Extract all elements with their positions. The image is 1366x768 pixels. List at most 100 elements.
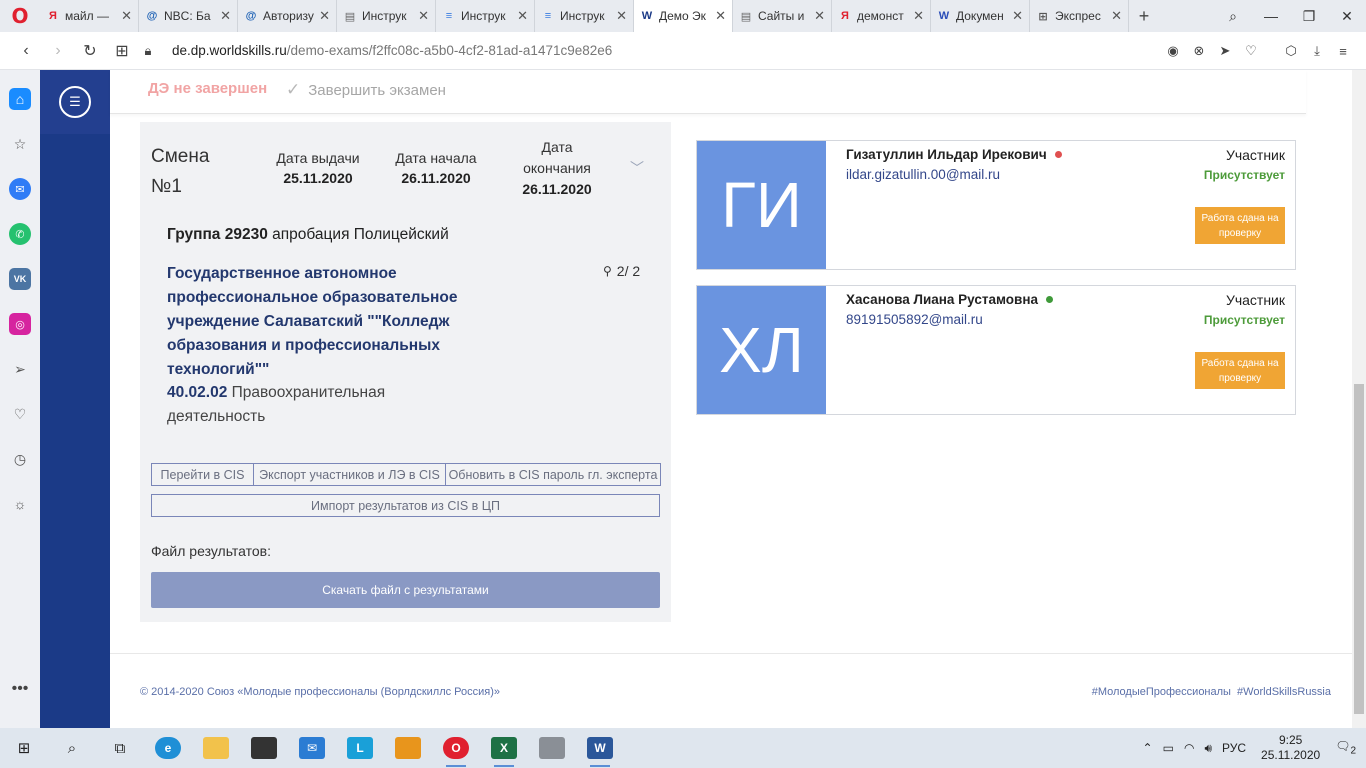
messenger-icon[interactable]: ✉ (9, 178, 31, 200)
chevron-up-icon[interactable]: ⌃ (1143, 741, 1153, 755)
opera-taskbar-icon[interactable]: O (432, 728, 480, 768)
work-submitted-button[interactable]: Работа сдана на проверку (1195, 207, 1285, 244)
url-path: /demo-exams/f2ffc08c-a5b0-4cf2-81ad-a147… (286, 43, 613, 58)
heart-icon[interactable]: ♡ (1238, 43, 1264, 59)
cube-icon[interactable]: ⬡ (1278, 43, 1304, 59)
participant-card: ГИ Гизатуллин Ильдар Ирекович ildar.gizatu… (696, 140, 1296, 270)
export-cis-button[interactable]: Экспорт участников и ЛЭ в CIS (254, 463, 446, 486)
work-submitted-button[interactable]: Работа сдана на проверку (1195, 352, 1285, 389)
home-icon[interactable]: ⌂ (9, 88, 31, 110)
search-icon[interactable]: ⌕ (48, 728, 96, 768)
document-icon: ▤ (740, 10, 752, 23)
minimize-icon[interactable]: — (1252, 8, 1290, 24)
tab-close-icon[interactable]: ✕ (220, 8, 231, 24)
finish-exam-label: Завершить экзамен (308, 81, 446, 99)
forward-icon[interactable]: › (42, 42, 74, 60)
l-app-icon[interactable]: L (336, 728, 384, 768)
browser-tab[interactable]: ▤ Сайты и ✕ (733, 0, 832, 32)
import-results-button[interactable]: Импорт результатов из CIS в ЦП (151, 494, 660, 517)
browser-tab[interactable]: W Докумен ✕ (931, 0, 1030, 32)
back-icon[interactable]: ‹ (10, 42, 42, 60)
download-icon[interactable]: ⤓ (1304, 43, 1330, 59)
tab-close-icon[interactable]: ✕ (1111, 8, 1122, 24)
clock[interactable]: 9:25 25.11.2020 (1261, 733, 1320, 763)
group-info: Группа 29230 апробация Полицейский (167, 226, 449, 244)
browser-tab[interactable]: ≡ Инструк ✕ (535, 0, 634, 32)
scanner-icon[interactable] (528, 728, 576, 768)
scrollbar-thumb[interactable] (1354, 384, 1364, 714)
status-dot-icon (1054, 151, 1062, 158)
browser-tab[interactable]: ⊞ Экспрес ✕ (1030, 0, 1129, 32)
tabs-grid-icon[interactable]: ⊞ (106, 41, 138, 61)
list-menu-icon[interactable]: ☰ (59, 86, 91, 118)
tab-close-icon[interactable]: ✕ (121, 8, 132, 24)
notifications-icon[interactable]: 🗨︎2 (1335, 739, 1356, 756)
start-date-value: 26.11.2020 (401, 170, 471, 186)
send-icon[interactable]: ➢ (9, 358, 31, 380)
tab-close-icon[interactable]: ✕ (319, 8, 330, 24)
lock-icon[interactable]: 🔒︎ (138, 43, 158, 59)
search-icon[interactable]: ⌕ (1214, 8, 1252, 25)
battery-icon[interactable]: ▭ (1163, 741, 1174, 755)
issue-date-value: 25.11.2020 (283, 170, 353, 186)
hashtags[interactable]: #МолодыеПрофессионалы #WorldSkillsRussia (1092, 686, 1331, 698)
opera-logo-icon[interactable]: O (0, 0, 40, 32)
word-icon[interactable]: W (576, 728, 624, 768)
block-icon[interactable]: ⊗ (1186, 43, 1212, 59)
store-icon[interactable] (240, 728, 288, 768)
new-tab-icon[interactable]: + (1129, 6, 1159, 27)
address-bar: ‹ › ↻ ⊞ 🔒︎ de.dp.worldskills.ru/demo-exa… (0, 32, 1366, 70)
browser-tab[interactable]: @ Авторизу ✕ (238, 0, 337, 32)
volume-icon[interactable]: 🔊︎ (1204, 741, 1212, 756)
language-indicator[interactable]: РУС (1222, 741, 1246, 755)
star-icon[interactable]: ☆ (9, 133, 31, 155)
finish-exam-button[interactable]: ✓ Завершить экзамен (286, 80, 446, 100)
file-explorer-icon[interactable] (192, 728, 240, 768)
mail-icon[interactable]: ✉ (288, 728, 336, 768)
tab-close-icon[interactable]: ✕ (517, 8, 528, 24)
paint-icon[interactable] (384, 728, 432, 768)
browser-tab[interactable]: ▤ Инструк ✕ (337, 0, 436, 32)
chevron-down-icon[interactable]: ﹀ (630, 158, 644, 178)
lightbulb-icon[interactable]: ☼ (9, 493, 31, 515)
restore-icon[interactable]: ❐ (1290, 8, 1328, 25)
update-password-button[interactable]: Обновить в CIS пароль гл. эксперта (446, 463, 661, 486)
tab-close-icon[interactable]: ✕ (1012, 8, 1023, 24)
more-icon[interactable]: ••• (12, 680, 29, 698)
heart-icon[interactable]: ♡ (9, 403, 31, 425)
edge-icon[interactable]: e (144, 728, 192, 768)
tab-close-icon[interactable]: ✕ (715, 8, 726, 24)
avatar: ГИ (697, 141, 826, 269)
send-icon[interactable]: ➤ (1212, 43, 1238, 59)
wifi-icon[interactable]: ◠ (1184, 741, 1194, 755)
tab-close-icon[interactable]: ✕ (913, 8, 924, 24)
yandex-icon: Я (49, 10, 57, 22)
whatsapp-icon[interactable]: ✆ (9, 223, 31, 245)
browser-tab[interactable]: ≡ Инструк ✕ (436, 0, 535, 32)
instagram-icon[interactable]: ◎ (9, 313, 31, 335)
browser-tab[interactable]: @ NBC: Ба ✕ (139, 0, 238, 32)
browser-tab[interactable]: Ямайл — ✕ (40, 0, 139, 32)
reload-icon[interactable]: ↻ (74, 41, 106, 61)
web-page: ☰ ДЭ не завершен ✓ Завершить экзамен Сме… (40, 70, 1366, 728)
url-field[interactable]: de.dp.worldskills.ru/demo-exams/f2ffc08c… (172, 43, 612, 58)
history-icon[interactable]: ◷ (9, 448, 31, 470)
organization-name: Государственное автономное профессиональ… (167, 265, 458, 378)
tab-close-icon[interactable]: ✕ (814, 8, 825, 24)
vk-icon[interactable]: VK (9, 268, 31, 290)
page-scrollbar[interactable] (1352, 70, 1366, 728)
camera-icon[interactable]: ◉ (1160, 43, 1186, 59)
go-cis-button[interactable]: Перейти в CIS (151, 463, 254, 486)
tab-close-icon[interactable]: ✕ (418, 8, 429, 24)
close-icon[interactable]: ✕ (1328, 8, 1366, 25)
excel-icon[interactable]: X (480, 728, 528, 768)
download-results-button[interactable]: Скачать файл с результатами (151, 572, 660, 608)
windows-start-icon[interactable]: ⊞ (0, 728, 48, 768)
browser-tab[interactable]: Ядемонст ✕ (832, 0, 931, 32)
file-results-label: Файл результатов: (151, 543, 271, 559)
browser-tab[interactable]: W Демо Эк ✕ (634, 0, 733, 32)
menu-icon[interactable]: ≡ (1330, 44, 1356, 59)
end-date-col: Дата окончания 26.11.2020 (512, 137, 602, 200)
task-view-icon[interactable]: ⧉ (96, 728, 144, 768)
tab-close-icon[interactable]: ✕ (616, 8, 627, 24)
